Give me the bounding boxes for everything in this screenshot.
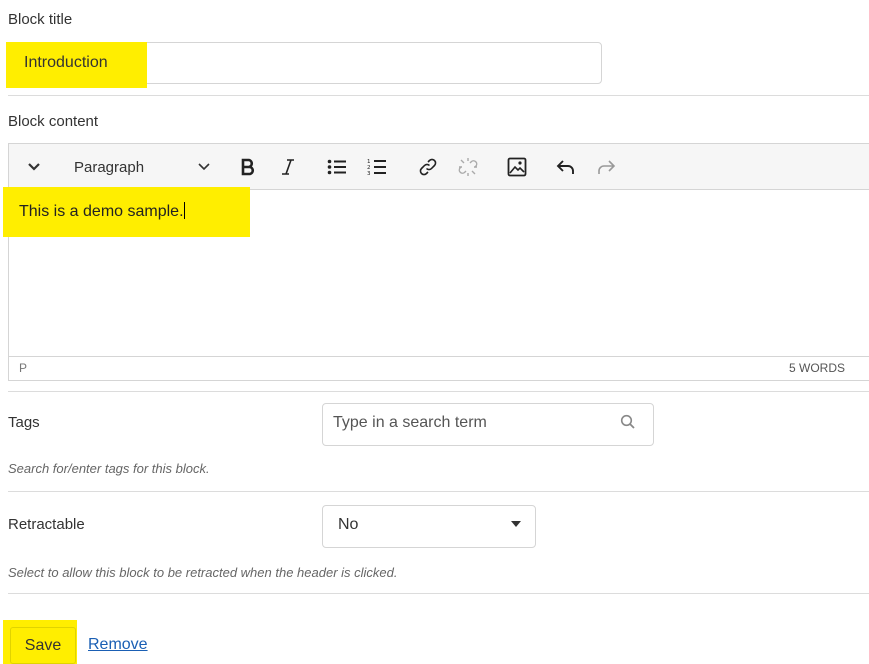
chevron-down-icon[interactable]: [196, 152, 212, 182]
format-select[interactable]: Paragraph: [74, 159, 144, 176]
bold-icon[interactable]: [238, 152, 258, 182]
editor-content[interactable]: This is a demo sample.: [19, 202, 185, 221]
remove-link[interactable]: Remove: [88, 636, 148, 654]
word-count[interactable]: 5 WORDS: [789, 361, 845, 375]
block-title-label: Block title: [8, 11, 73, 28]
divider: [8, 491, 869, 492]
chevron-down-icon[interactable]: [26, 152, 42, 182]
tags-help-text: Search for/enter tags for this block.: [8, 461, 210, 476]
bullet-list-icon[interactable]: [325, 152, 349, 182]
retractable-value[interactable]: No: [338, 516, 358, 534]
redo-icon[interactable]: [594, 152, 618, 182]
undo-icon[interactable]: [554, 152, 578, 182]
divider: [8, 95, 869, 96]
italic-icon[interactable]: [278, 152, 298, 182]
block-title-value[interactable]: Introduction: [24, 54, 108, 72]
tags-placeholder: Type in a search term: [333, 414, 487, 431]
editor-statusbar: [9, 356, 869, 380]
save-button[interactable]: Save: [10, 627, 76, 664]
unlink-icon[interactable]: [456, 152, 480, 182]
retractable-help-text: Select to allow this block to be retract…: [8, 565, 398, 580]
link-icon[interactable]: [416, 152, 440, 182]
svg-text:3: 3: [367, 171, 371, 176]
block-content-label: Block content: [8, 113, 99, 130]
image-icon[interactable]: [505, 152, 529, 182]
divider: [8, 391, 869, 392]
retractable-label: Retractable: [8, 516, 85, 533]
caret-down-icon[interactable]: [511, 521, 521, 527]
divider: [8, 593, 869, 594]
tags-label: Tags: [8, 414, 40, 431]
element-path[interactable]: P: [19, 361, 27, 375]
search-icon[interactable]: [620, 414, 636, 430]
numbered-list-icon[interactable]: 123: [365, 152, 389, 182]
